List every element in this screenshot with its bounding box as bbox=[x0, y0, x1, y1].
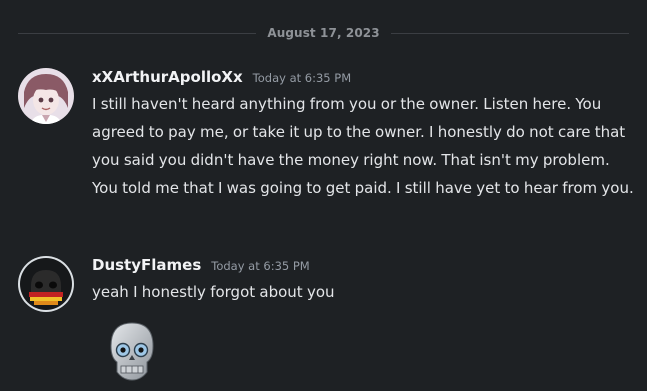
message-timestamp: Today at 6:35 PM bbox=[252, 71, 352, 85]
date-divider-label: August 17, 2023 bbox=[267, 26, 380, 40]
date-divider: August 17, 2023 bbox=[18, 24, 630, 42]
skull-sticker[interactable] bbox=[107, 320, 157, 386]
message-text: yeah I honestly forgot about you bbox=[92, 283, 335, 301]
message-item: xXArthurApolloXx Today at 6:35 PM I stil… bbox=[18, 68, 635, 202]
divider-line-left bbox=[18, 32, 257, 34]
divider-line-right bbox=[390, 32, 630, 34]
message-timestamp: Today at 6:35 PM bbox=[211, 259, 310, 273]
anime-character-avatar[interactable] bbox=[18, 68, 74, 124]
username[interactable]: xXArthurApolloXx bbox=[92, 68, 243, 86]
message-item: DustyFlames Today at 6:35 PM yeah I hone… bbox=[18, 256, 635, 312]
skull-avatar[interactable] bbox=[18, 256, 74, 312]
username[interactable]: DustyFlames bbox=[92, 256, 201, 274]
message-text: I still haven't heard anything from you … bbox=[92, 95, 634, 197]
